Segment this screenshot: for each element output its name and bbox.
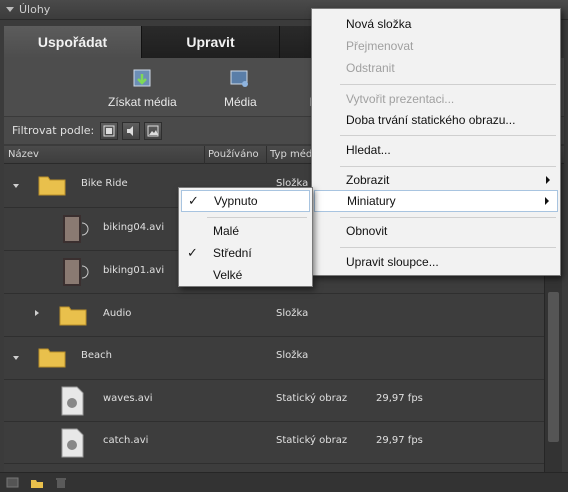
row-name: biking01.avi: [103, 265, 165, 276]
row-type: Složka: [276, 350, 309, 361]
panel-title: Úlohy: [19, 3, 51, 16]
folder-icon: [59, 306, 87, 326]
collapsed-triangle-icon[interactable]: [35, 310, 39, 316]
checkmark-icon: ✓: [187, 245, 198, 260]
submenu-item-small[interactable]: Malé: [179, 220, 312, 242]
filter-video-button[interactable]: [100, 121, 119, 140]
menu-item-create-slideshow[interactable]: Vytvořit prezentaci...: [312, 88, 560, 110]
file-row-waves[interactable]: waves.avi Statický obraz 29,97 fps: [4, 380, 544, 422]
image-file-icon: [61, 428, 84, 458]
menu-item-still-duration[interactable]: Doba trvání statického obrazu...: [312, 109, 560, 131]
row-name: Bike Ride: [81, 178, 128, 189]
menu-item-find[interactable]: Hledat...: [312, 139, 560, 161]
media-icon: [230, 70, 249, 87]
folder-icon: [38, 176, 66, 196]
row-type: Statický obraz: [276, 393, 348, 404]
menu-item-new-folder[interactable]: Nová složka: [312, 13, 560, 35]
row-name: biking04.avi: [103, 222, 165, 233]
new-item-icon[interactable]: [6, 477, 20, 489]
new-folder-icon[interactable]: [30, 477, 44, 489]
expanded-triangle-icon[interactable]: [13, 356, 19, 360]
checkmark-icon: ✓: [188, 193, 199, 208]
menu-separator: [340, 84, 556, 85]
folder-row-audio[interactable]: Audio Složka: [4, 294, 544, 337]
row-name: Audio: [103, 308, 132, 319]
menu-item-edit-columns[interactable]: Upravit sloupce...: [312, 251, 560, 273]
get-media-label: Získat média: [108, 95, 177, 109]
row-type: Statický obraz: [276, 435, 348, 446]
thumbnails-submenu: ✓ Vypnuto Malé ✓ Střední Velké: [178, 187, 313, 287]
tab-edit[interactable]: Upravit: [142, 26, 280, 58]
menu-separator: [340, 217, 556, 218]
submenu-arrow-icon: [545, 197, 549, 205]
row-type: Složka: [276, 308, 309, 319]
get-media-icon: [133, 69, 151, 87]
row-fps: 29,97 fps: [376, 435, 423, 446]
row-name: waves.avi: [103, 393, 153, 404]
expanded-triangle-icon[interactable]: [13, 184, 19, 188]
menu-separator: [340, 166, 556, 167]
menu-item-delete[interactable]: Odstranit: [312, 57, 560, 79]
trash-icon[interactable]: [54, 477, 68, 489]
video-file-icon: [63, 258, 89, 286]
media-button[interactable]: Média: [224, 68, 257, 110]
menu-separator: [340, 247, 556, 248]
media-label: Média: [224, 95, 257, 109]
bottom-bar: [0, 472, 568, 492]
file-row-catch[interactable]: catch.avi Statický obraz 29,97 fps: [4, 422, 544, 464]
menu-item-view[interactable]: Zobrazit: [312, 169, 560, 191]
submenu-arrow-icon: [546, 176, 550, 184]
filter-label: Filtrovat podle:: [12, 124, 95, 137]
row-name: catch.avi: [103, 435, 149, 446]
submenu-item-medium[interactable]: ✓ Střední: [179, 242, 312, 264]
image-file-icon: [61, 386, 84, 416]
image-icon: [147, 125, 159, 136]
menu-item-rename[interactable]: Přejmenovat: [312, 35, 560, 57]
folder-row-beach[interactable]: Beach Složka: [4, 337, 544, 380]
col-type[interactable]: Typ méd: [270, 149, 312, 160]
menu-separator: [340, 135, 556, 136]
submenu-item-off[interactable]: ✓ Vypnuto: [181, 190, 310, 212]
menu-separator: [207, 217, 307, 218]
scrollbar-thumb[interactable]: [548, 292, 559, 442]
video-file-icon: [63, 215, 89, 243]
menu-item-thumbnails[interactable]: Miniatury: [314, 190, 558, 212]
filter-image-button[interactable]: [144, 121, 163, 140]
tab-organize[interactable]: Uspořádat: [4, 26, 142, 58]
row-name: Beach: [81, 350, 112, 361]
speaker-icon: [127, 125, 134, 136]
filter-audio-button[interactable]: [122, 121, 141, 140]
col-used[interactable]: Používáno: [208, 149, 259, 160]
context-menu: Nová složka Přejmenovat Odstranit Vytvoř…: [311, 8, 561, 276]
collapse-triangle-icon[interactable]: [6, 7, 14, 12]
submenu-item-large[interactable]: Velké: [179, 264, 312, 286]
col-name[interactable]: Název: [8, 149, 39, 160]
get-media-button[interactable]: Získat média: [108, 68, 177, 110]
film-icon: [103, 125, 115, 136]
folder-icon: [38, 348, 66, 368]
row-fps: 29,97 fps: [376, 393, 423, 404]
menu-item-refresh[interactable]: Obnovit: [312, 220, 560, 242]
